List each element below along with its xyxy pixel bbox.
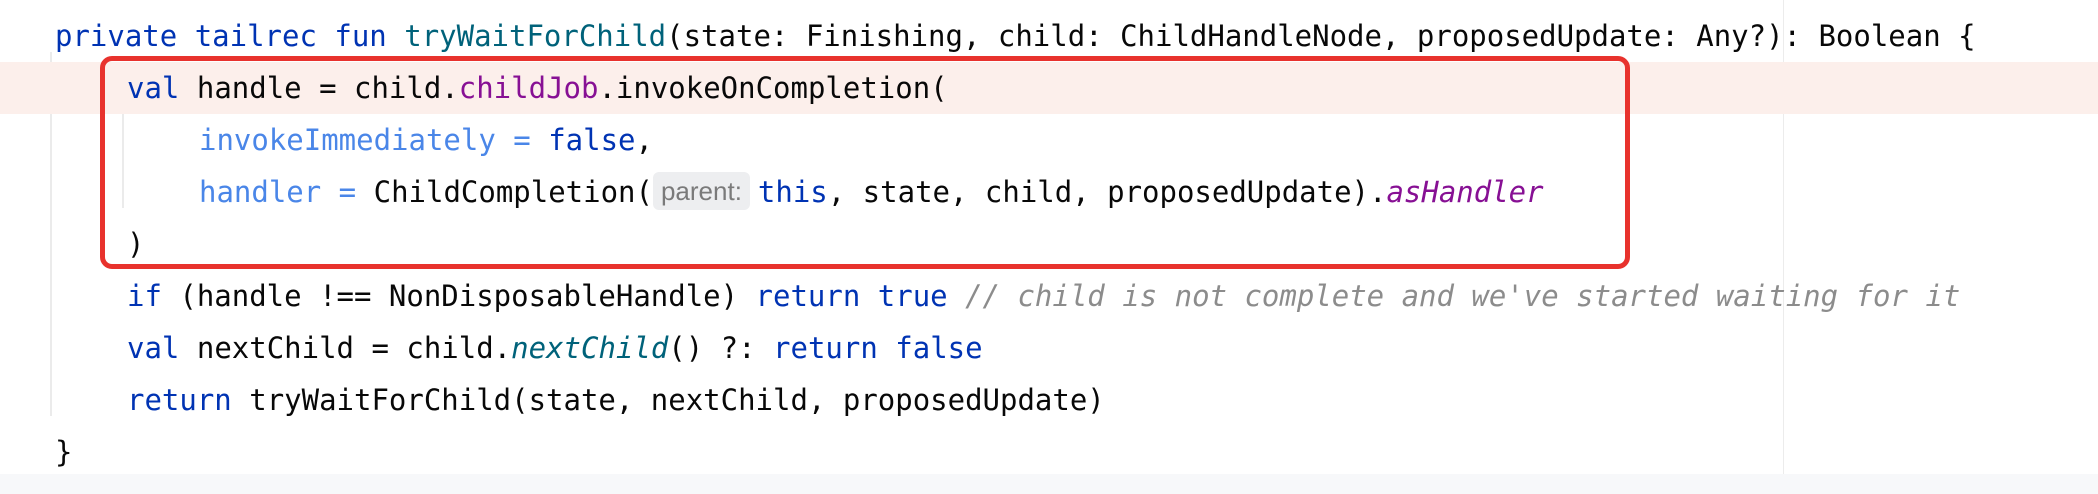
- assign-operator: =: [495, 123, 549, 157]
- code-text: (handle !== NonDisposableHandle): [161, 279, 756, 313]
- keyword-this: this: [757, 175, 828, 209]
- code-text: , state, child, proposedUpdate).: [827, 175, 1387, 209]
- keyword-false: false: [548, 123, 636, 157]
- code-text: handle = child.: [196, 71, 459, 105]
- keyword-return: return: [773, 331, 878, 365]
- recursive-call: tryWaitForChild(state, nextChild, propos…: [249, 383, 1105, 417]
- code-line[interactable]: handler = ChildCompletion(parent: this, s…: [0, 166, 2098, 218]
- function-signature: (state: Finishing, child: ChildHandleNod…: [666, 19, 1976, 53]
- code-line[interactable]: invokeImmediately = false,: [0, 114, 2098, 166]
- code-text: nextChild = child.: [196, 331, 512, 365]
- keyword-private: private: [55, 19, 178, 53]
- code-text: .invokeOnCompletion(: [598, 71, 948, 105]
- named-argument: invokeImmediately: [199, 123, 496, 157]
- constructor-call: ChildCompletion(: [373, 175, 653, 209]
- line-content: invokeImmediately = false,: [199, 114, 653, 166]
- keyword-return: return: [127, 383, 232, 417]
- extension-function: nextChild: [511, 331, 669, 365]
- keyword-true: true: [877, 279, 948, 313]
- line-content: if (handle !== NonDisposableHandle) retu…: [127, 270, 1960, 322]
- assign-operator: =: [321, 175, 374, 209]
- property-childjob: childJob: [458, 71, 599, 105]
- extension-property: asHandler: [1386, 175, 1544, 209]
- closing-paren: ): [127, 227, 145, 261]
- keyword-val: val: [127, 71, 180, 105]
- keyword-false: false: [895, 331, 983, 365]
- line-content: handler = ChildCompletion(parent: this, s…: [199, 166, 1544, 218]
- named-argument: handler: [199, 175, 322, 209]
- keyword-return: return: [755, 279, 861, 313]
- code-line[interactable]: val nextChild = child.nextChild() ?: ret…: [0, 322, 2098, 374]
- line-content: val handle = child.childJob.invokeOnComp…: [127, 62, 948, 114]
- code-line[interactable]: }: [0, 426, 2098, 478]
- comma: ,: [635, 123, 653, 157]
- keyword-val: val: [127, 331, 180, 365]
- code-line[interactable]: ): [0, 218, 2098, 270]
- parameter-hint[interactable]: parent:: [652, 172, 750, 210]
- code-text: () ?:: [668, 331, 774, 365]
- code-line[interactable]: if (handle !== NonDisposableHandle) retu…: [0, 270, 2098, 322]
- code-editor[interactable]: private tailrec fun tryWaitForChild(stat…: [0, 0, 2098, 494]
- function-name: tryWaitForChild: [404, 19, 667, 53]
- line-content: return tryWaitForChild(state, nextChild,…: [127, 374, 1105, 426]
- line-content: val nextChild = child.nextChild() ?: ret…: [127, 322, 983, 374]
- code-line[interactable]: private tailrec fun tryWaitForChild(stat…: [0, 10, 2098, 62]
- closing-brace: }: [55, 435, 73, 469]
- code-line[interactable]: return tryWaitForChild(state, nextChild,…: [0, 374, 2098, 426]
- keyword-if: if: [127, 279, 162, 313]
- line-content: private tailrec fun tryWaitForChild(stat…: [55, 10, 1976, 62]
- keyword-tailrec: tailrec: [194, 19, 317, 53]
- keyword-fun: fun: [334, 19, 387, 53]
- code-line-current[interactable]: val handle = child.childJob.invokeOnComp…: [0, 62, 2098, 114]
- line-comment: // child is not complete and we've start…: [965, 279, 1961, 313]
